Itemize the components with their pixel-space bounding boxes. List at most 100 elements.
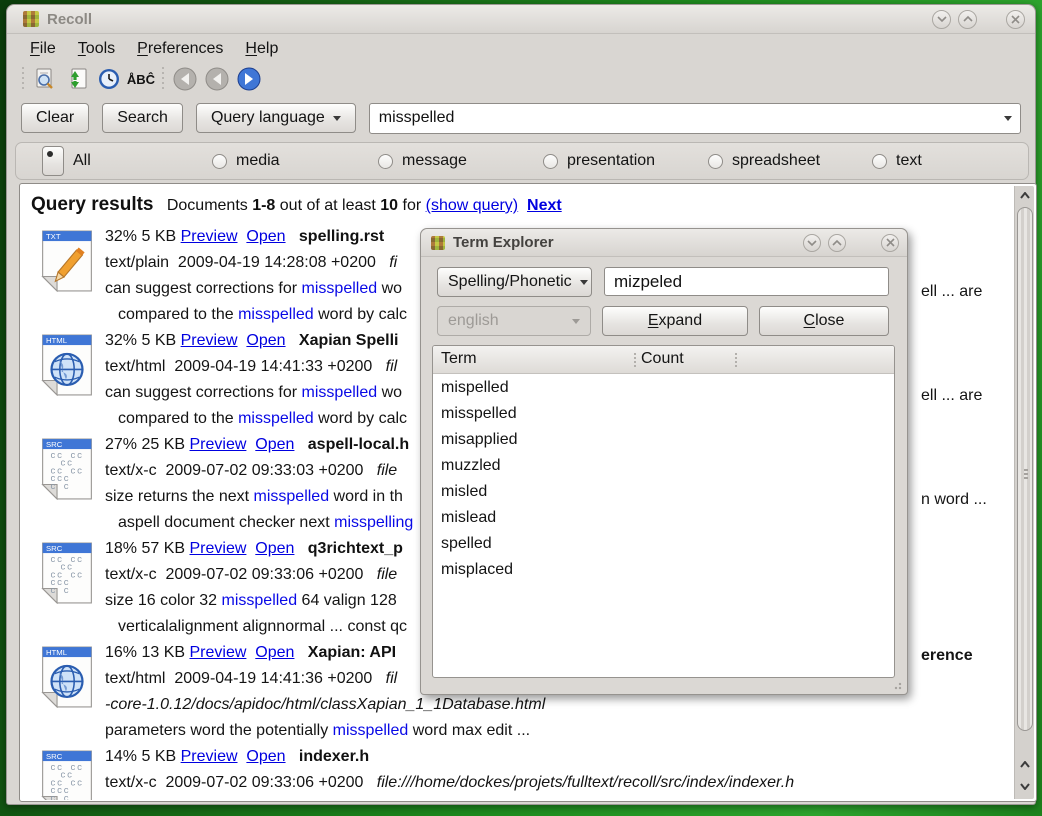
radio-button-icon[interactable] (42, 146, 64, 176)
next-page-icon[interactable] (233, 65, 265, 93)
minimize-button[interactable] (932, 10, 951, 29)
main-titlebar[interactable]: Recoll (7, 5, 1035, 34)
scroll-up-icon[interactable] (1016, 755, 1034, 773)
svg-text:c: c (70, 466, 75, 476)
result-line: size returns the next misspelled word in… (105, 488, 413, 514)
close-button[interactable] (1006, 10, 1025, 29)
radio-button-icon[interactable] (543, 154, 558, 169)
open-link[interactable]: Open (255, 540, 294, 557)
expand-button[interactable]: Expand (602, 306, 748, 336)
open-link[interactable]: Open (255, 644, 294, 661)
result-text: parameters word the potentially (105, 722, 333, 739)
source-code-document-icon: SRCccccccccccccccc (41, 750, 93, 800)
query-language-dropdown[interactable]: Query language (196, 103, 356, 133)
term-table-row[interactable]: misspelled (433, 403, 894, 429)
preview-link[interactable]: Preview (190, 436, 247, 453)
radio-button-icon[interactable] (872, 154, 887, 169)
term-table-row[interactable]: spelled (433, 533, 894, 559)
clear-button[interactable]: Clear (21, 103, 89, 133)
preview-link[interactable]: Preview (181, 748, 238, 765)
scroll-down-icon[interactable] (1016, 777, 1034, 795)
result-title: spelling.rst (299, 228, 384, 245)
first-page-icon[interactable] (169, 65, 201, 93)
filter-radio-spreadsheet[interactable]: spreadsheet (708, 152, 820, 170)
filter-label: presentation (567, 152, 655, 170)
preview-link[interactable]: Preview (190, 540, 247, 557)
results-scrollbar[interactable] (1014, 186, 1034, 799)
file-path: file (377, 462, 397, 479)
result-line: 32% 5 KB Preview Open spelling.rst (105, 228, 407, 254)
source-code-document-icon: SRCccccccccccccccc (41, 438, 93, 505)
language-select[interactable]: english (437, 306, 591, 336)
term-input[interactable] (605, 268, 888, 295)
previous-page-icon[interactable] (201, 65, 233, 93)
term-table-row[interactable]: misplaced (433, 559, 894, 585)
sort-document-icon[interactable] (61, 65, 93, 93)
result-title: aspell-local.h (308, 436, 409, 453)
show-query-link[interactable]: (show query) (426, 197, 518, 214)
maximize-button[interactable] (958, 10, 977, 29)
svg-text:c: c (50, 794, 55, 800)
term-cell: muzzled (441, 457, 501, 475)
preview-link[interactable]: Preview (190, 644, 247, 661)
result-text: wo (377, 384, 402, 401)
open-link[interactable]: Open (246, 748, 285, 765)
open-link[interactable]: Open (255, 436, 294, 453)
term-table-row[interactable]: misled (433, 481, 894, 507)
scroll-up-icon[interactable] (1016, 186, 1034, 204)
menu-help[interactable]: Help (236, 38, 287, 60)
close-button[interactable] (881, 234, 899, 252)
minimize-button[interactable] (803, 234, 821, 252)
scrollbar-thumb[interactable] (1017, 207, 1033, 731)
document-preview-icon[interactable] (29, 65, 61, 93)
search-query-input[interactable] (370, 109, 1020, 127)
result-text: verticalalignment alignnormal ... const … (118, 618, 407, 635)
menu-tools[interactable]: Tools (69, 38, 124, 60)
result-text (286, 332, 299, 349)
search-query-combobox[interactable] (369, 103, 1021, 134)
next-page-link[interactable]: Next (527, 197, 562, 214)
term-column-header[interactable]: Term (441, 350, 477, 368)
term-table-row[interactable]: misapplied (433, 429, 894, 455)
filter-radio-presentation[interactable]: presentation (543, 152, 655, 170)
expansion-mode-select[interactable]: Spelling/Phonetic (437, 267, 592, 297)
result-text: word by calc (314, 410, 407, 427)
term-table-row[interactable]: mispelled (433, 377, 894, 403)
preview-link[interactable]: Preview (181, 228, 238, 245)
menu-preferences[interactable]: Preferences (128, 38, 232, 60)
results-summary-text: out of at least (275, 197, 380, 214)
open-link[interactable]: Open (246, 228, 285, 245)
file-path: fil (386, 670, 398, 687)
radio-button-icon[interactable] (708, 154, 723, 169)
result-text: 14% 5 KB (105, 748, 181, 765)
filter-radio-message[interactable]: message (378, 152, 467, 170)
search-button[interactable]: Search (102, 103, 183, 133)
count-column-header[interactable]: Count (641, 350, 684, 368)
result-text: text/plain 2009-04-19 14:28:08 +0200 (105, 254, 389, 271)
term-cell: spelled (441, 535, 492, 553)
result-line: 14% 5 KB Preview Open indexer.h (105, 748, 794, 774)
menu-file[interactable]: File (21, 38, 65, 60)
svg-text:c: c (77, 451, 82, 461)
term-table-row[interactable]: muzzled (433, 455, 894, 481)
term-input-box[interactable] (604, 267, 889, 296)
open-link[interactable]: Open (246, 332, 285, 349)
file-path: fil (386, 358, 398, 375)
filter-radio-media[interactable]: media (212, 152, 280, 170)
highlighted-term: misspelled (238, 410, 314, 427)
sort-by-date-clock-icon[interactable] (93, 65, 125, 93)
radio-button-icon[interactable] (378, 154, 393, 169)
filter-radio-text[interactable]: text (872, 152, 922, 170)
preview-link[interactable]: Preview (181, 332, 238, 349)
dialog-titlebar[interactable]: Term Explorer (421, 229, 907, 257)
close-dialog-button[interactable]: Close (759, 306, 889, 336)
filter-radio-all[interactable]: All (42, 146, 91, 176)
svg-text:c: c (77, 570, 82, 580)
radio-button-icon[interactable] (212, 154, 227, 169)
maximize-button[interactable] (828, 234, 846, 252)
term-table-row[interactable]: mislead (433, 507, 894, 533)
spellcheck-abc-icon[interactable]: ÅBĈ (125, 65, 157, 93)
svg-text:SRC: SRC (46, 544, 63, 553)
resize-grip[interactable] (892, 680, 902, 690)
highlighted-term: misspelling (334, 514, 413, 531)
